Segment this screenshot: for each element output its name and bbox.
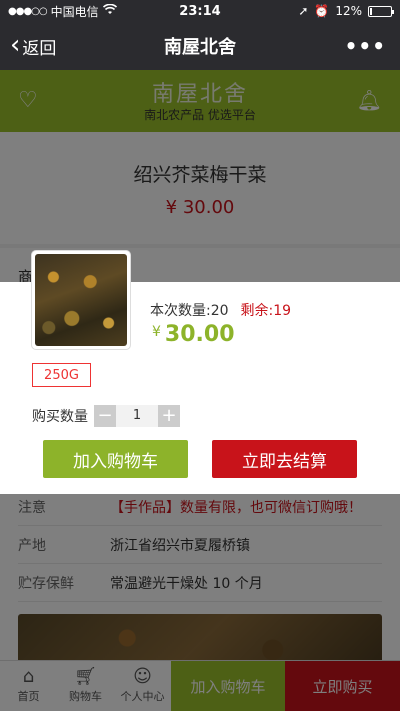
alarm-icon: ⏰ (314, 4, 330, 18)
status-bar: ●●●○○ 中国电信 23:14 ➚ ⏰ 12% (0, 0, 400, 22)
quantity-increase-button[interactable]: + (158, 405, 180, 427)
quantity-decrease-button[interactable]: − (94, 405, 116, 427)
checkout-button[interactable]: 立即去结算 (212, 440, 357, 478)
stock-remaining: 剩余:19 (240, 303, 292, 319)
chevron-left-icon: ‹ (10, 29, 21, 60)
carrier-label: 中国电信 (50, 4, 99, 19)
wifi-icon (102, 3, 117, 18)
battery-icon (368, 5, 394, 17)
quantity-input[interactable]: 1 (116, 405, 158, 427)
stock-info: 本次数量:20 剩余:19 (150, 300, 291, 320)
nav-bar: ‹ 返回 南屋北舍 ••• (0, 22, 400, 70)
product-thumbnail-image (35, 254, 127, 346)
quantity-stepper: 购买数量 − 1 + (32, 405, 180, 427)
currency-symbol: ¥ (152, 324, 161, 340)
location-icon: ➚ (298, 4, 309, 18)
back-button[interactable]: ‹ 返回 (0, 29, 57, 60)
signal-icon: ●●●○○ (8, 5, 48, 17)
product-thumbnail (31, 250, 131, 350)
battery-fill (370, 7, 373, 15)
status-right: ➚ ⏰ 12% (242, 4, 394, 18)
price-value: 30.00 (164, 322, 235, 347)
status-time: 23:14 (179, 3, 221, 19)
quantity-label: 购买数量 (32, 409, 88, 425)
back-label: 返回 (22, 38, 57, 59)
more-menu-button[interactable]: ••• (345, 34, 400, 58)
battery-label: 12% (335, 4, 362, 18)
stock-quantity: 本次数量:20 (150, 303, 229, 319)
top-bar: ●●●○○ 中国电信 23:14 ➚ ⏰ 12% ‹ 返回 南屋北舍 ••• (0, 0, 400, 70)
sheet-price: ¥ 30.00 (152, 322, 235, 347)
status-left: ●●●○○ 中国电信 (8, 3, 158, 20)
page-title: 南屋北舍 (164, 37, 236, 58)
spec-option-250g[interactable]: 250G (32, 363, 91, 387)
add-to-cart-button[interactable]: 加入购物车 (43, 440, 188, 478)
